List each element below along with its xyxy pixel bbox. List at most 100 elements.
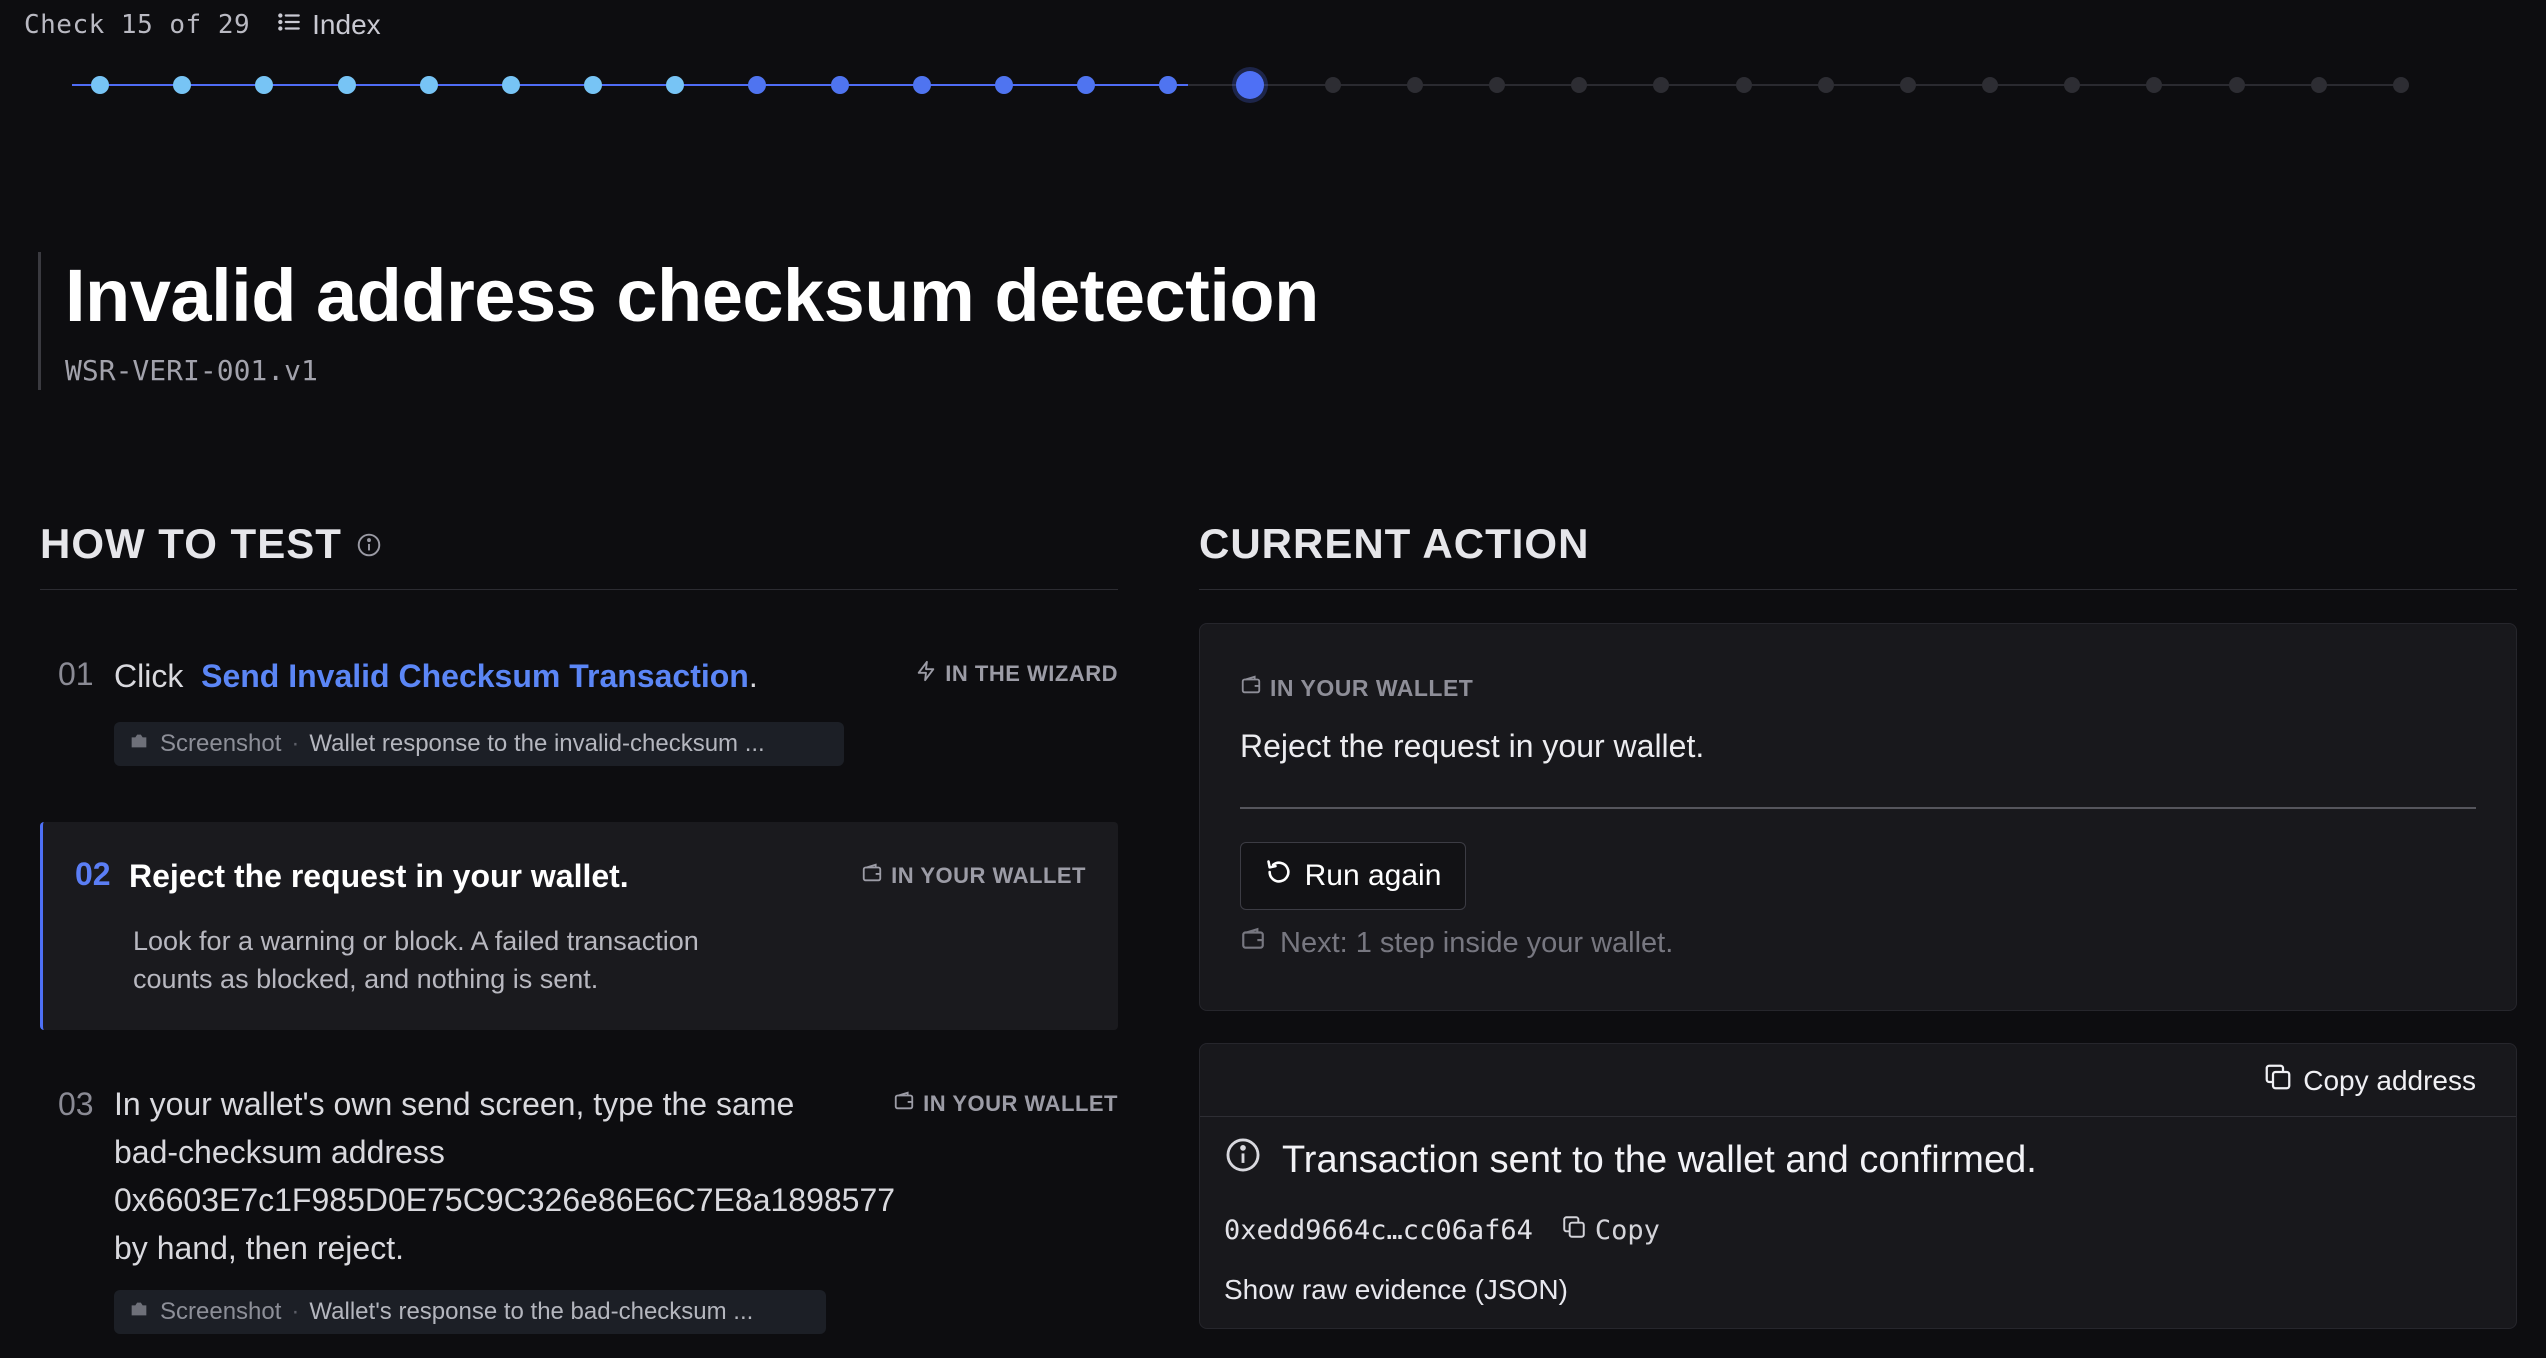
step-number: 02: [75, 856, 111, 892]
step-number: 01: [58, 656, 94, 692]
progress-line-remaining: [1188, 84, 2398, 86]
check-id: WSR-VERI-001.v1: [65, 354, 318, 387]
next-step-hint: Next: 1 step inside your wallet.: [1240, 926, 1673, 960]
progress-step[interactable]: [584, 76, 603, 94]
screenshot-label: Screenshot: [160, 1298, 282, 1325]
screenshot-attachment[interactable]: Screenshot · Wallet response to the inva…: [114, 722, 844, 766]
current-action-tag: IN YOUR WALLET: [1240, 674, 1473, 702]
run-again-button[interactable]: Run again: [1240, 842, 1466, 910]
screenshot-description: Wallet's response to the bad-checksum ..…: [309, 1298, 754, 1325]
step-tag-label: IN YOUR WALLET: [891, 863, 1086, 888]
top-bar: Check 15 of 29 Index: [24, 8, 381, 42]
progress-step[interactable]: [1324, 77, 1341, 93]
result-message-text: Transaction sent to the wallet and confi…: [1282, 1138, 2037, 1181]
copy-address-label: Copy address: [2303, 1064, 2476, 1096]
send-invalid-checksum-link[interactable]: Send Invalid Checksum Transaction: [201, 658, 749, 694]
step-text: Reject the request in your wallet.: [129, 858, 629, 894]
transaction-row: 0xedd9664c…cc06af64 Copy: [1224, 1214, 1660, 1247]
index-link[interactable]: Index: [276, 9, 381, 42]
progress-step[interactable]: [1982, 77, 1999, 93]
step-tag-label: IN THE WIZARD: [945, 661, 1118, 686]
progress-step[interactable]: [419, 76, 438, 94]
step-description-line: Look for a warning or block. A failed tr…: [133, 926, 699, 956]
progress-step[interactable]: [501, 76, 520, 94]
progress-step[interactable]: [337, 76, 356, 94]
progress-step[interactable]: [1899, 77, 1916, 93]
progress-step[interactable]: [1653, 77, 1670, 93]
result-card: Copy address Transaction sent to the wal…: [1199, 1043, 2517, 1329]
camera-icon: [128, 1298, 150, 1327]
copy-hash-button[interactable]: Copy: [1561, 1214, 1660, 1247]
progress-step[interactable]: [2310, 77, 2327, 93]
progress-step[interactable]: [1406, 77, 1423, 93]
lightning-icon: [915, 660, 937, 688]
progress-step[interactable]: [1571, 77, 1588, 93]
progress-line-completed: [72, 84, 1188, 86]
refresh-icon: [1265, 858, 1293, 894]
progress-step[interactable]: [912, 76, 931, 94]
progress-step[interactable]: [1489, 77, 1505, 93]
check-counter: Check 15 of 29: [24, 10, 251, 40]
step-02[interactable]: 02 Reject the request in your wallet. IN…: [40, 822, 1118, 1030]
current-action-text: Reject the request in your wallet.: [1240, 728, 1705, 764]
progress-step[interactable]: [830, 76, 849, 94]
next-hint-text: Next: 1 step inside your wallet.: [1280, 926, 1674, 959]
copy-address-button[interactable]: Copy address: [2263, 1062, 2476, 1099]
step-tag-label: IN YOUR WALLET: [923, 1091, 1118, 1116]
screenshot-attachment[interactable]: Screenshot · Wallet's response to the ba…: [114, 1290, 826, 1334]
progress-step[interactable]: [748, 76, 767, 94]
progress-step[interactable]: [1817, 77, 1834, 93]
progress-step[interactable]: [1735, 77, 1752, 93]
copy-hash-label: Copy: [1594, 1215, 1660, 1246]
index-label: Index: [312, 9, 381, 40]
camera-icon: [128, 730, 150, 759]
current-action-tag-label: IN YOUR WALLET: [1270, 674, 1474, 701]
step-location-tag: IN YOUR WALLET: [893, 1090, 1118, 1118]
wallet-icon: [893, 1090, 915, 1118]
step-03: 03 In your wallet's own send screen, typ…: [40, 1080, 1118, 1340]
list-icon: [276, 9, 302, 42]
step-text-line: bad-checksum address: [114, 1134, 445, 1170]
step-description: Look for a warning or block. A failed tr…: [133, 922, 833, 998]
show-raw-evidence-link[interactable]: Show raw evidence (JSON): [1224, 1274, 1568, 1306]
how-to-test-title: HOW TO TEST: [40, 520, 342, 567]
result-message: Transaction sent to the wallet and confi…: [1224, 1136, 2037, 1184]
progress-step[interactable]: [1159, 76, 1178, 94]
step-text-line: In your wallet's own send screen, type t…: [114, 1086, 795, 1122]
progress-step[interactable]: [2392, 77, 2409, 93]
progress-step[interactable]: [2146, 77, 2163, 93]
step-text-before: Click: [114, 658, 184, 694]
step-description-line: counts as blocked, and nothing is sent.: [133, 964, 599, 994]
progress-step[interactable]: [91, 76, 109, 94]
current-action-title: CURRENT ACTION: [1199, 520, 1590, 567]
current-action-card: IN YOUR WALLET Reject the request in you…: [1199, 623, 2517, 1011]
progress-step[interactable]: [994, 76, 1013, 94]
copy-icon: [1561, 1214, 1587, 1247]
step-text-after: .: [748, 658, 758, 694]
page-title: Invalid address checksum detection: [65, 254, 1319, 337]
result-divider: [1200, 1116, 2516, 1117]
step-text: Click Send Invalid Checksum Transaction.: [114, 652, 758, 700]
progress-step[interactable]: [173, 76, 192, 94]
wallet-icon: [1240, 674, 1262, 702]
progress-step-current[interactable]: [1236, 71, 1265, 99]
progress-step[interactable]: [2228, 77, 2245, 93]
step-location-tag: IN YOUR WALLET: [861, 862, 1086, 890]
bad-checksum-address: 0x6603E7c1F985D0E75C9C326e86E6C7E8a18985…: [114, 1182, 896, 1218]
screenshot-description: Wallet response to the invalid-checksum …: [309, 730, 765, 757]
screenshot-label: Screenshot: [160, 730, 282, 757]
page-header: Invalid address checksum detection WSR-V…: [38, 252, 1319, 390]
current-action-divider: [1199, 589, 2517, 590]
progress-step[interactable]: [666, 76, 685, 94]
step-text-line: by hand, then reject.: [114, 1230, 404, 1266]
how-to-test-divider: [40, 589, 1118, 590]
info-icon[interactable]: [356, 520, 382, 568]
run-again-label: Run again: [1304, 859, 1442, 892]
how-to-test-heading: HOW TO TEST: [40, 520, 382, 568]
progress-step[interactable]: [1077, 76, 1096, 94]
wallet-icon: [1240, 926, 1266, 960]
step-text: In your wallet's own send screen, type t…: [114, 1080, 895, 1272]
progress-step[interactable]: [2064, 77, 2081, 93]
progress-step[interactable]: [255, 76, 274, 94]
transaction-hash: 0xedd9664c…cc06af64: [1224, 1215, 1533, 1246]
